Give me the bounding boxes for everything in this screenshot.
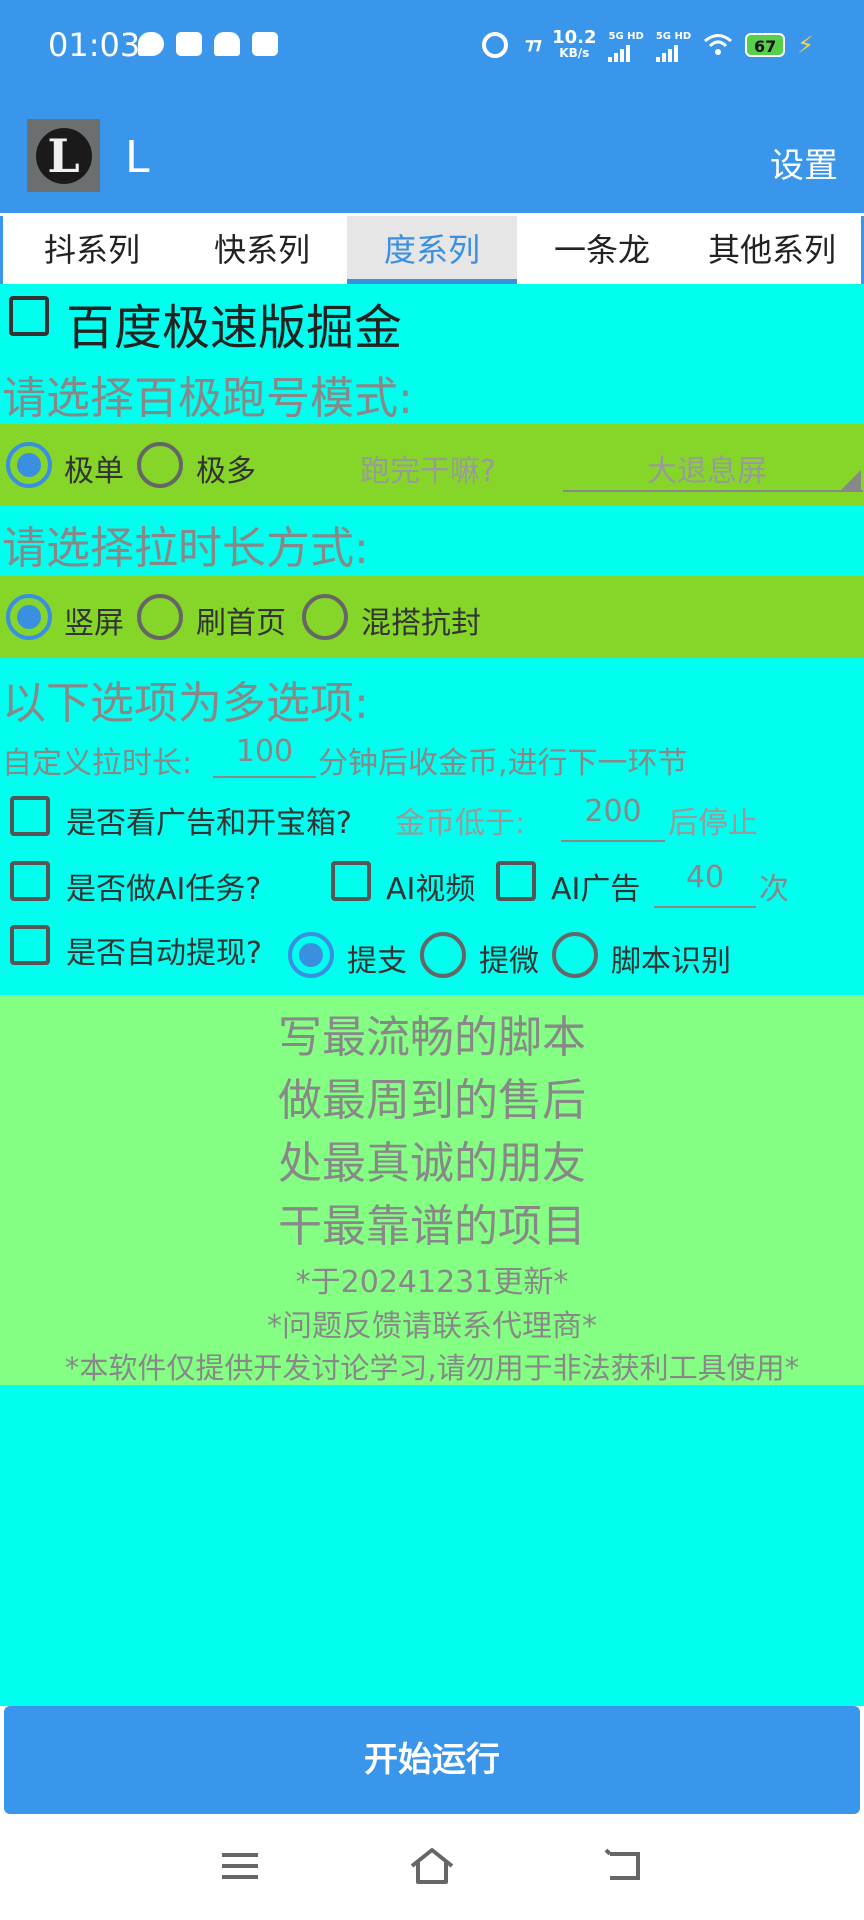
- ads-checkbox[interactable]: [10, 796, 50, 836]
- charging-icon: ⚡: [797, 31, 814, 59]
- slogan-line-4: 干最靠谱的项目: [278, 1201, 586, 1252]
- home-icon[interactable]: [408, 1846, 456, 1886]
- coin-low-label: 金币低于:: [395, 806, 526, 841]
- ads-label: 是否看广告和开宝箱?: [66, 806, 352, 841]
- app-square-icon: [176, 32, 202, 56]
- sim1-signal: 5G HD: [608, 28, 644, 62]
- signal-bars-icon: [608, 44, 643, 62]
- ai-task-checkbox[interactable]: [10, 861, 50, 901]
- start-button[interactable]: 开始运行: [4, 1706, 860, 1814]
- multi-heading: 以下选项为多选项:: [2, 678, 369, 729]
- signal-bars-icon: [655, 44, 691, 62]
- mode-label-jidan: 极单: [64, 454, 124, 489]
- duration-label-vertical: 竖屏: [64, 606, 124, 641]
- duration-radio-vertical[interactable]: [6, 594, 52, 640]
- main-panel: 百度极速版掘金 请选择百极跑号模式: 极单 极多 跑完干嘛? 大退息屏 请选择拉…: [0, 284, 864, 1706]
- custom-duration-prefix: 自定义拉时长:: [2, 746, 193, 781]
- back-icon[interactable]: [604, 1848, 644, 1884]
- series-tabs: 抖系列 快系列 度系列 一条龙 其他系列: [0, 216, 864, 284]
- net-speed: 10.2 KB/s: [552, 26, 597, 60]
- mode-radio-jiduo[interactable]: [137, 442, 183, 488]
- mode-heading: 请选择百极跑号模式:: [2, 373, 413, 424]
- mode-options-band: 极单 极多 跑完干嘛? 大退息屏: [0, 424, 864, 506]
- withdraw-radio-alipay[interactable]: [288, 932, 334, 978]
- feedback-note: *问题反馈请联系代理商*: [267, 1309, 597, 1344]
- tab-dou[interactable]: 抖系列: [7, 216, 177, 284]
- system-nav-bar: [0, 1816, 864, 1920]
- duration-radio-homepage[interactable]: [137, 594, 183, 640]
- app-bar: 01:03 ㄲ 10.2 KB/s 5G HD 5G HD 67 ⚡ L L 设…: [0, 0, 864, 213]
- dropdown-triangle-icon: [841, 470, 861, 490]
- baidu-checkbox-label: 百度极速版掘金: [66, 300, 403, 356]
- after-run-value: 大退息屏: [647, 454, 767, 489]
- mail-icon: [252, 32, 278, 56]
- duration-heading: 请选择拉时长方式:: [2, 523, 369, 574]
- app-title: L: [125, 132, 150, 183]
- coin-low-suffix: 后停止: [668, 806, 758, 841]
- tab-kuai[interactable]: 快系列: [177, 216, 347, 284]
- slogan-line-2: 做最周到的售后: [278, 1075, 586, 1126]
- ai-video-label: AI视频: [386, 872, 476, 907]
- duration-label-homepage: 刷首页: [196, 606, 286, 641]
- ai-video-checkbox[interactable]: [331, 861, 371, 901]
- update-note: *于20241231更新*: [295, 1265, 569, 1300]
- after-run-dropdown[interactable]: 大退息屏: [563, 436, 863, 492]
- ai-task-label: 是否做AI任务?: [66, 872, 262, 907]
- tab-other[interactable]: 其他系列: [687, 216, 857, 284]
- withdraw-label-alipay: 提支: [347, 944, 407, 979]
- menu-icon[interactable]: [220, 1850, 260, 1882]
- status-time: 01:03: [48, 26, 141, 64]
- withdraw-label-wechat: 提微: [479, 944, 539, 979]
- sim2-signal: 5G HD: [655, 28, 691, 62]
- slogan-line-3: 处最真诚的朋友: [278, 1138, 586, 1189]
- message-panel: 写最流畅的脚本 做最周到的售后 处最真诚的朋友 干最靠谱的项目 *于202412…: [0, 995, 864, 1385]
- mode-label-jiduo: 极多: [196, 454, 256, 489]
- status-bar: 01:03 ㄲ 10.2 KB/s 5G HD 5G HD 67 ⚡: [0, 0, 864, 96]
- duration-options-band: 竖屏 刷首页 混搭抗封: [0, 576, 864, 658]
- wifi-icon: [704, 34, 733, 55]
- ai-ads-label: AI广告: [551, 872, 641, 907]
- android-icon: [214, 32, 240, 56]
- disclaimer-note: *本软件仅提供开发讨论学习,请勿用于非法获利工具使用*: [64, 1351, 800, 1385]
- settings-button[interactable]: 设置: [770, 138, 838, 187]
- after-run-label: 跑完干嘛?: [360, 454, 496, 489]
- alarm-icon: [481, 32, 508, 58]
- withdraw-radio-wechat[interactable]: [420, 932, 466, 978]
- duration-radio-mixed[interactable]: [302, 594, 348, 640]
- withdraw-label-auto: 脚本识别: [611, 944, 731, 979]
- slogan-line-1: 写最流畅的脚本: [278, 1012, 586, 1063]
- hd-voice-icon: ㄲ: [519, 35, 541, 60]
- ai-count-unit: 次: [759, 872, 789, 907]
- mode-radio-jidan[interactable]: [6, 442, 52, 488]
- withdraw-radio-auto[interactable]: [552, 932, 598, 978]
- duration-label-mixed: 混搭抗封: [361, 606, 481, 641]
- withdraw-label: 是否自动提现?: [66, 936, 262, 971]
- status-right: ㄲ 10.2 KB/s 5G HD 5G HD 67 ⚡: [481, 26, 814, 62]
- custom-minutes-input[interactable]: 100: [213, 734, 316, 778]
- ai-count-input[interactable]: 40: [654, 860, 756, 908]
- tab-yitiaolong[interactable]: 一条龙: [517, 216, 687, 284]
- baidu-checkbox[interactable]: [9, 296, 49, 336]
- withdraw-checkbox[interactable]: [10, 925, 50, 965]
- tab-du[interactable]: 度系列: [347, 216, 517, 284]
- message-icon: [138, 32, 164, 56]
- custom-duration-suffix: 分钟后收金币,进行下一环节: [318, 746, 688, 781]
- app-logo: L: [27, 119, 100, 192]
- notification-icons: [138, 32, 278, 56]
- coin-low-input[interactable]: 200: [561, 794, 665, 842]
- ai-ads-checkbox[interactable]: [496, 861, 536, 901]
- battery-icon: 67: [745, 33, 786, 57]
